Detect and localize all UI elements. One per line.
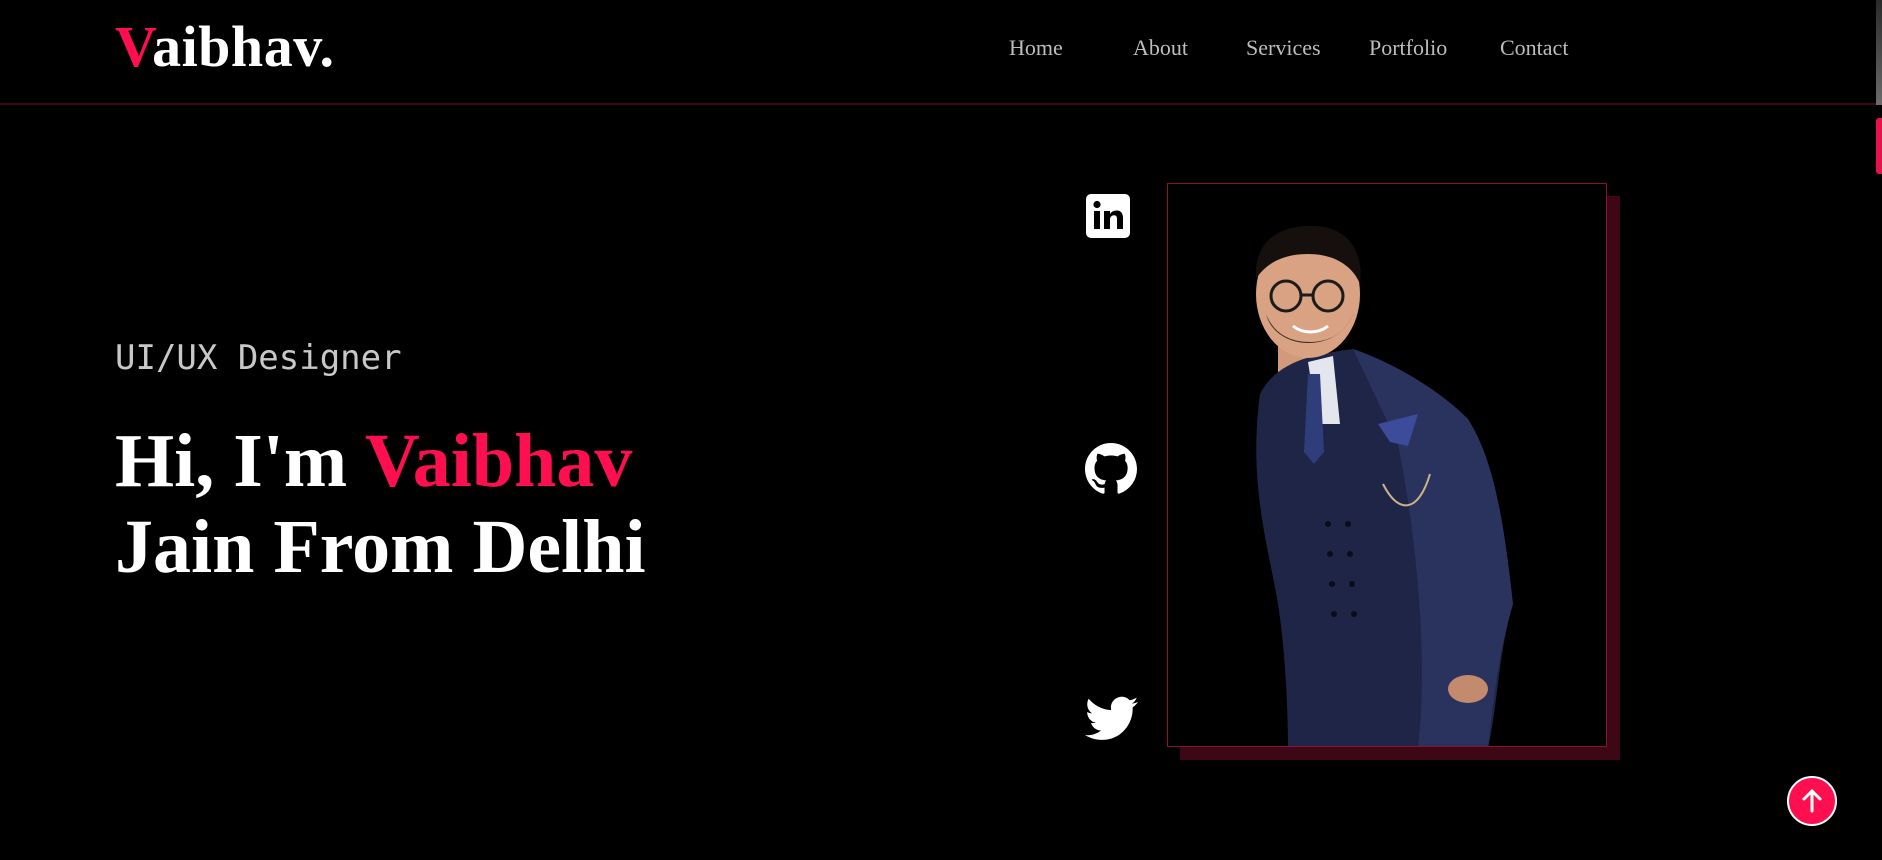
scrollbar-track[interactable] bbox=[1876, 0, 1882, 105]
role-subtitle: UI/UX Designer bbox=[115, 338, 402, 378]
github-icon bbox=[1085, 443, 1137, 494]
scrollbar-thumb[interactable] bbox=[1876, 118, 1882, 174]
nav-link-about[interactable]: About bbox=[1133, 30, 1188, 66]
hero-greeting: Hi, I'm bbox=[115, 419, 365, 503]
hero-heading: Hi, I'm Vaibhav Jain From Delhi bbox=[115, 418, 835, 590]
profile-photo bbox=[1167, 183, 1607, 747]
twitter-link[interactable] bbox=[1084, 696, 1139, 746]
linkedin-icon bbox=[1086, 194, 1130, 238]
hero-line-2: Jain From Delhi bbox=[115, 505, 646, 589]
site-header: Vaibhav. Home About Services Portfolio C… bbox=[0, 0, 1882, 105]
main-nav: Home About Services Portfolio Contact bbox=[0, 30, 1882, 66]
nav-link-home[interactable]: Home bbox=[1009, 30, 1063, 66]
github-link[interactable] bbox=[1085, 443, 1137, 494]
portfolio-page: Vaibhav. Home About Services Portfolio C… bbox=[0, 0, 1882, 860]
hero-name: Vaibhav bbox=[364, 419, 633, 503]
twitter-icon bbox=[1084, 696, 1139, 740]
back-to-top-button[interactable] bbox=[1787, 776, 1837, 826]
nav-link-portfolio[interactable]: Portfolio bbox=[1369, 30, 1447, 66]
linkedin-link[interactable] bbox=[1085, 193, 1135, 243]
nav-link-services[interactable]: Services bbox=[1246, 30, 1321, 66]
nav-link-contact[interactable]: Contact bbox=[1500, 30, 1568, 66]
person-portrait bbox=[1255, 225, 1513, 746]
arrow-up-icon bbox=[1802, 789, 1822, 813]
